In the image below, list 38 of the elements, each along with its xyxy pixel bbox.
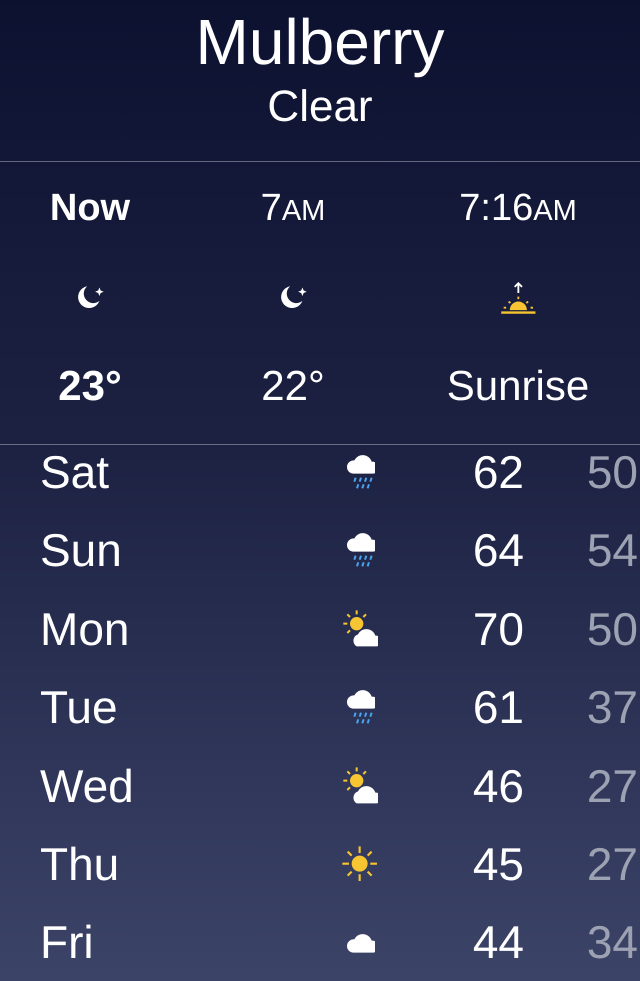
low-temperature: 27 bbox=[586, 758, 638, 813]
low-temperature: 27 bbox=[586, 836, 638, 891]
high-temperature: 61 bbox=[472, 680, 524, 734]
hour-temperature: Sunrise bbox=[446, 361, 590, 411]
high-temperature: 44 bbox=[472, 915, 524, 970]
hour-label: Now bbox=[50, 186, 130, 231]
hour-label: 7AM bbox=[260, 186, 326, 231]
day-name: Sun bbox=[40, 523, 123, 578]
low-temperature: 50 bbox=[586, 602, 638, 656]
moon-icon bbox=[75, 285, 105, 311]
rain-cloud-icon bbox=[345, 533, 375, 568]
high-temperature: 70 bbox=[472, 602, 524, 656]
day-name: Mon bbox=[40, 602, 130, 656]
hour-temperature: 22° bbox=[261, 361, 325, 411]
rain-cloud-icon bbox=[345, 690, 375, 725]
sun-icon bbox=[341, 845, 379, 883]
low-temperature: 50 bbox=[586, 445, 638, 499]
sunrise-icon bbox=[500, 282, 536, 314]
day-name: Tue bbox=[40, 680, 119, 734]
moon-icon bbox=[278, 285, 308, 311]
weather-condition: Clear bbox=[267, 82, 373, 132]
hour-label: 7:16AM bbox=[459, 186, 577, 231]
high-temperature: 46 bbox=[472, 758, 524, 813]
sun-cloud-icon bbox=[342, 766, 378, 805]
day-name: Wed bbox=[40, 758, 135, 813]
city-name: Mulberry bbox=[196, 5, 444, 80]
day-name: Fri bbox=[40, 915, 95, 970]
day-name: Thu bbox=[40, 836, 120, 891]
hour-temperature: 23° bbox=[58, 361, 122, 411]
day-name: Sat bbox=[40, 445, 110, 499]
low-temperature: 34 bbox=[586, 915, 638, 970]
sun-cloud-icon bbox=[342, 609, 378, 648]
high-temperature: 45 bbox=[472, 836, 524, 891]
high-temperature: 64 bbox=[472, 523, 524, 578]
low-temperature: 54 bbox=[586, 523, 638, 578]
rain-cloud-icon bbox=[345, 454, 375, 490]
low-temperature: 37 bbox=[586, 680, 638, 734]
high-temperature: 62 bbox=[472, 445, 524, 499]
